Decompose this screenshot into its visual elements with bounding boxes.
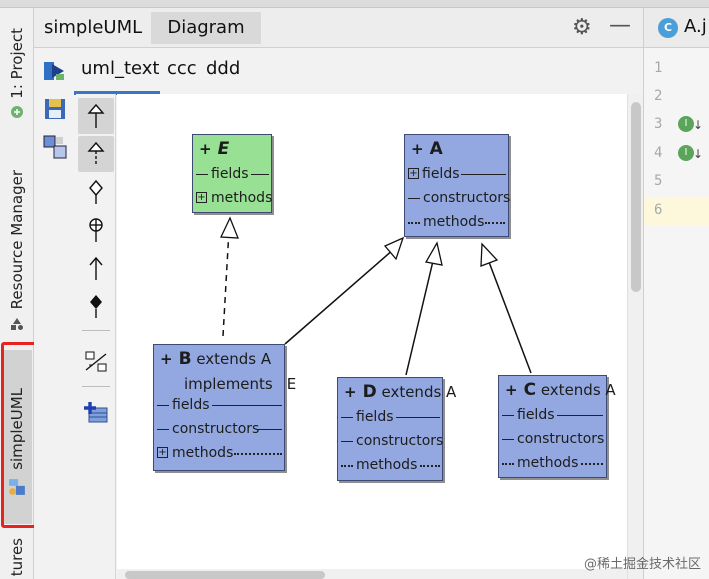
palette-separator (82, 386, 110, 387)
add-class-icon (84, 402, 108, 423)
uml-palette (76, 94, 116, 579)
horizontal-scroll-thumb[interactable] (125, 571, 325, 579)
tab-simpleuml[interactable]: simpleUML (34, 12, 152, 44)
structures-tool-tab[interactable]: tures (2, 538, 32, 579)
resource-manager-icon (11, 318, 23, 331)
java-class-icon: C (658, 18, 678, 38)
interface-e-methods-row: + methods (196, 190, 273, 206)
palette-separator (82, 330, 110, 331)
line-number: 5 (654, 173, 663, 189)
expand-icon[interactable]: + (157, 447, 168, 458)
class-a-header: + A (411, 139, 443, 159)
inheritance-line-b-a (284, 248, 395, 345)
composition-diamond-icon (90, 295, 102, 318)
inheritance-line-d-a (405, 260, 434, 376)
composition-tool-button[interactable] (78, 288, 114, 324)
top-edge (0, 0, 709, 8)
class-b-constructors-row: constructors (154, 417, 284, 441)
inheritance-arrowhead-d (424, 241, 443, 266)
note-link-icon (85, 351, 107, 372)
class-c-box[interactable]: + C extends A fields constructors methods (498, 375, 616, 478)
line-number: 4 (654, 145, 663, 161)
class-c-fields-row: fields (499, 403, 606, 427)
expand-icon[interactable]: + (408, 168, 419, 179)
tab-ddd[interactable]: ddd (206, 58, 240, 79)
line-number: 1 (654, 60, 663, 76)
inheritance-arrowhead-b (383, 236, 405, 261)
structures-tab-label: tures (8, 538, 26, 577)
down-arrow-icon: ↓ (693, 118, 704, 132)
save-diagram-icon[interactable] (42, 96, 68, 122)
diagram-file-tabs: uml_text ccc ddd (76, 48, 643, 94)
tool-window-header: simpleUML Diagram ⚙ — (34, 8, 643, 48)
class-a-fields-row: + fields (405, 162, 508, 186)
project-tool-tab[interactable]: 1: Project (2, 28, 32, 140)
diagram-action-column (34, 48, 76, 579)
note-link-tool-button[interactable] (78, 344, 114, 380)
association-arrow-icon (89, 256, 103, 280)
class-b-header: + B extends A (160, 349, 272, 369)
interface-e-box[interactable]: + E fields + methods (192, 134, 272, 213)
realization-tool-button[interactable] (78, 136, 114, 172)
class-b-fields-row: fields (154, 393, 284, 417)
class-b-box[interactable]: + B extends A implements E fields construc… (153, 344, 297, 471)
gear-icon[interactable]: ⚙ (572, 16, 592, 40)
vertical-scroll-thumb[interactable] (631, 102, 641, 292)
class-a-methods-row: methods (405, 210, 508, 234)
inheritance-line-c-a (488, 261, 532, 374)
project-tab-label: 1: Project (8, 28, 26, 99)
nesting-circle-icon (89, 218, 103, 242)
code-editor[interactable]: C A.j 1 2 3 4 5 6 I ↓ I ↓ (643, 8, 709, 579)
class-d-box[interactable]: + D extends A fields constructors methods (337, 377, 457, 481)
class-d-constructors-row: constructors (338, 429, 443, 453)
class-d-header: + D extends A (344, 382, 457, 402)
implemented-gutter-icon[interactable]: I (678, 145, 694, 161)
diagram-canvas[interactable]: + E fields + methods + A + fields construc… (117, 94, 627, 570)
down-arrow-icon: ↓ (693, 147, 704, 161)
interface-e-fields-row: fields (193, 162, 271, 186)
implemented-gutter-icon[interactable]: I (678, 116, 694, 132)
expand-icon[interactable]: + (196, 192, 207, 203)
inheritance-arrowhead-c (480, 242, 499, 267)
aggregation-tool-button[interactable] (78, 174, 114, 210)
tab-uml-text[interactable]: uml_text (81, 58, 159, 79)
nesting-tool-button[interactable] (78, 212, 114, 248)
class-c-methods-row: methods (499, 451, 606, 475)
editor-file-name: A.j (684, 16, 707, 37)
horizontal-scrollbar[interactable] (117, 569, 627, 579)
class-d-fields-row: fields (338, 405, 442, 429)
run-diagram-icon[interactable] (42, 58, 68, 84)
interface-e-header: + E (199, 139, 230, 159)
inheritance-tool-button[interactable] (78, 98, 114, 134)
inheritance-arrow-icon (87, 103, 105, 128)
class-b-implements: implements E (184, 375, 297, 393)
minimize-icon[interactable]: — (609, 14, 631, 38)
layout-diagram-icon[interactable] (42, 134, 68, 160)
line-number: 3 (654, 116, 663, 132)
class-c-header: + C extends A (505, 380, 616, 400)
class-b-methods-row: + methods (154, 441, 284, 465)
realization-line-b-e (222, 229, 230, 337)
resource-manager-label: Resource Manager (8, 170, 26, 310)
tab-diagram[interactable]: Diagram (151, 12, 261, 44)
realization-arrow-icon (87, 141, 105, 166)
class-a-box[interactable]: + A + fields constructors methods (404, 134, 510, 237)
vertical-scrollbar[interactable] (627, 94, 643, 579)
association-tool-button[interactable] (78, 250, 114, 286)
watermark: @稀土掘金技术社区 (584, 557, 702, 572)
editor-file-tab[interactable]: C A.j (644, 8, 709, 48)
realization-arrowhead (220, 216, 239, 239)
line-number: 6 (654, 202, 663, 218)
class-c-constructors-row: constructors (499, 427, 606, 451)
add-class-tool-button[interactable] (78, 394, 114, 430)
resource-manager-tool-tab[interactable]: Resource Manager (2, 170, 32, 348)
class-d-methods-row: methods (338, 453, 442, 477)
tab-ccc[interactable]: ccc (167, 58, 197, 79)
aggregation-diamond-icon (89, 179, 103, 204)
line-number: 2 (654, 88, 663, 104)
class-a-constructors-row: constructors (405, 186, 510, 210)
project-icon (11, 105, 23, 118)
